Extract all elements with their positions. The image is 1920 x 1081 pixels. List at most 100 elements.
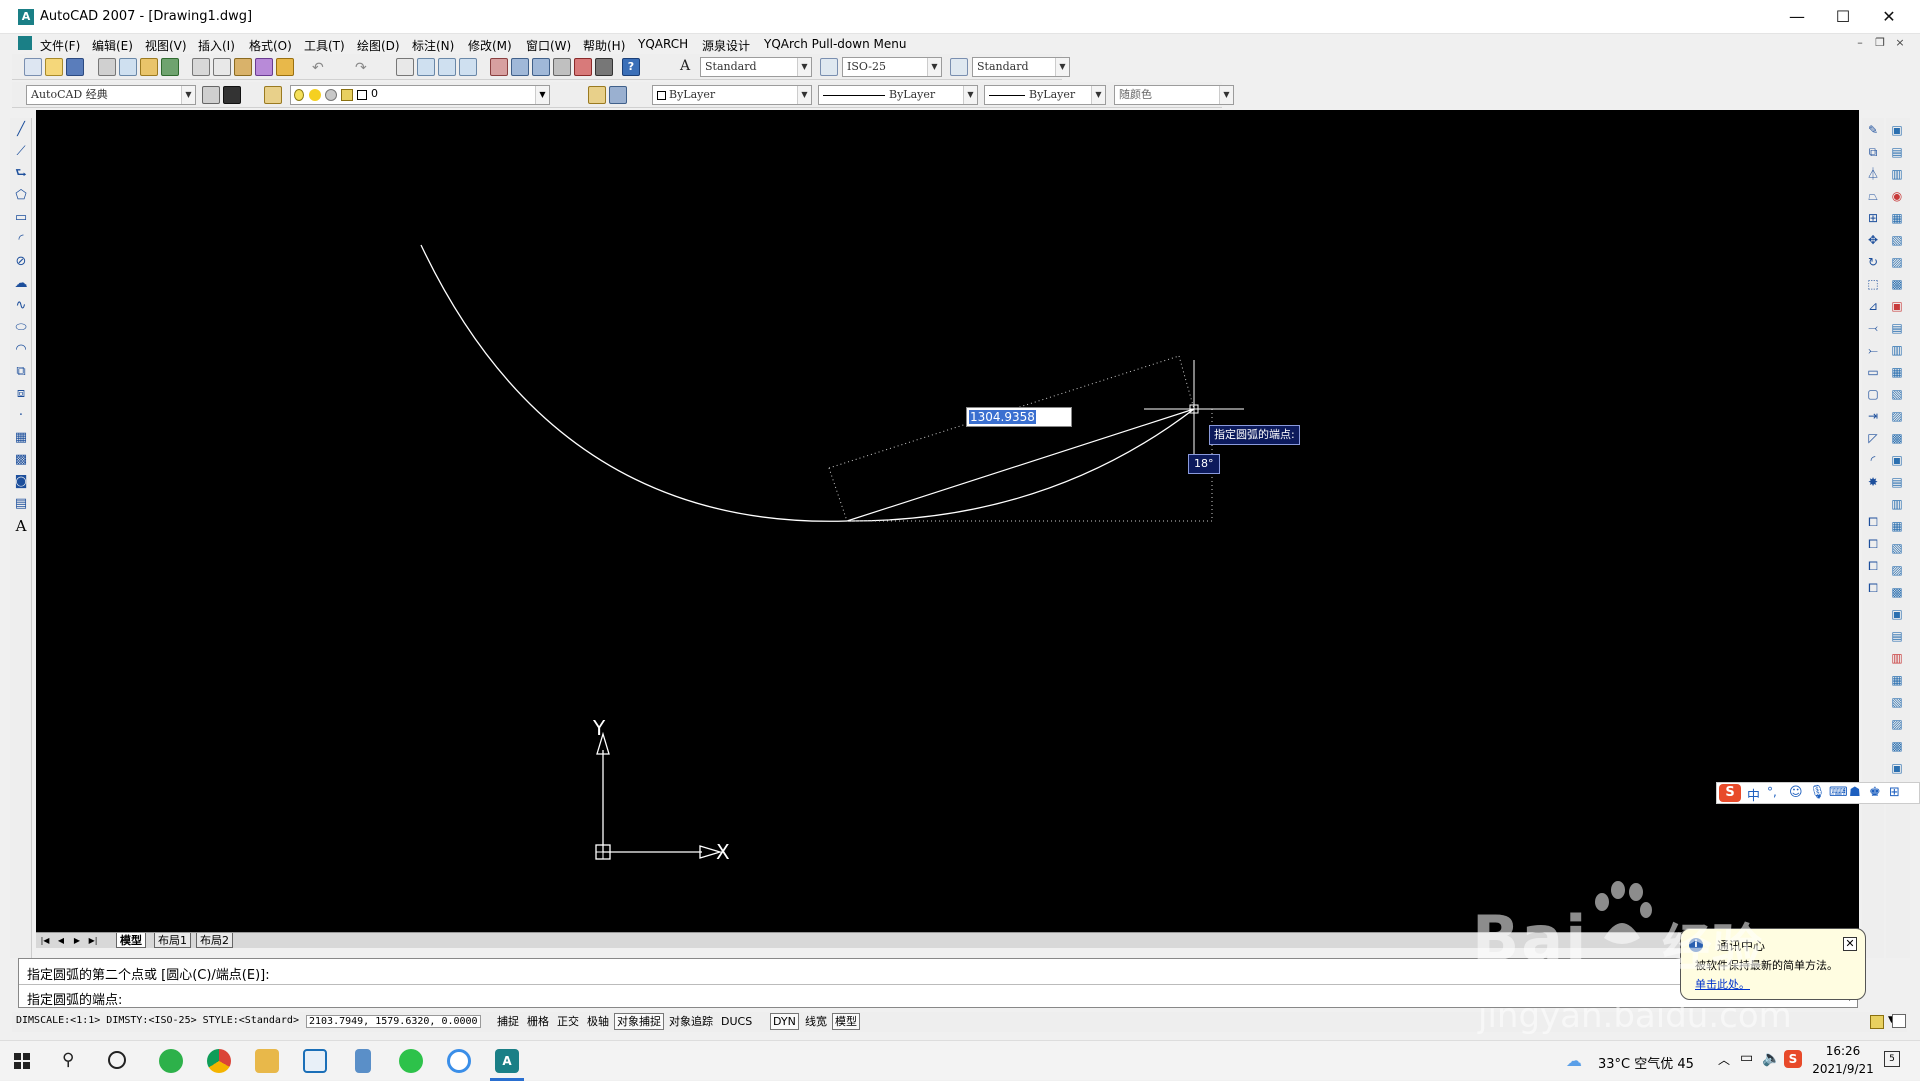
zoom-previous-icon[interactable] (459, 58, 477, 76)
command-prompt-line[interactable]: 指定圆弧的端点: (27, 989, 122, 1008)
arc-tool-icon[interactable]: ◜ (13, 232, 29, 248)
baidu-netdisk-icon[interactable] (447, 1049, 471, 1073)
workspace-settings-icon[interactable] (202, 86, 220, 104)
yq-tool-11-icon[interactable]: ▥ (1889, 342, 1905, 358)
status-toggle-2[interactable]: 正交 (554, 1013, 582, 1030)
table-style-select[interactable]: Standard ▼ (972, 57, 1070, 77)
clock-date[interactable]: 2021/9/21 (1810, 1062, 1876, 1076)
maximize-button[interactable]: ☐ (1820, 0, 1866, 34)
cut-icon[interactable] (192, 58, 210, 76)
yq-tool-18-icon[interactable]: ▥ (1889, 496, 1905, 512)
chrome-icon[interactable] (207, 1049, 231, 1073)
drawn-arc[interactable] (420, 244, 848, 522)
search-icon[interactable]: ⚲ (62, 1050, 74, 1070)
ime-punctuation-icon[interactable]: °, (1767, 785, 1777, 799)
status-toggle-9[interactable]: 模型 (832, 1013, 860, 1030)
layer-previous-icon[interactable] (609, 86, 627, 104)
menu-tools[interactable]: 工具(T) (304, 37, 345, 54)
zoom-window-icon[interactable] (438, 58, 456, 76)
workspace-select[interactable]: AutoCAD 经典 ▼ (26, 85, 196, 105)
mdi-restore-icon[interactable]: ❐ (1872, 36, 1888, 49)
yq-tool-5-icon[interactable]: ▦ (1889, 210, 1905, 226)
yq-tool-20-icon[interactable]: ▧ (1889, 540, 1905, 556)
open-icon[interactable] (45, 58, 63, 76)
yq-tool-2-icon[interactable]: ▤ (1889, 144, 1905, 160)
document-icon[interactable] (18, 36, 32, 50)
status-toggle-0[interactable]: 捕捉 (494, 1013, 522, 1030)
mdi-close-icon[interactable]: × (1892, 36, 1908, 49)
ellipse-tool-icon[interactable]: ⬭ (13, 320, 29, 336)
stretch-tool-icon[interactable]: ⊿ (1865, 298, 1881, 314)
drawing-canvas[interactable]: Y X 1304.9358 指定圆弧的端点: 18° (36, 110, 1859, 932)
trash-app-icon[interactable] (355, 1049, 371, 1073)
yq-tool-16-icon[interactable]: ▣ (1889, 452, 1905, 468)
status-toggle-7[interactable]: DYN (770, 1013, 799, 1030)
autocad-taskbar-icon[interactable]: A (495, 1049, 519, 1073)
copy-icon[interactable] (213, 58, 231, 76)
menu-format[interactable]: 格式(O) (249, 37, 292, 54)
line-tool-icon[interactable]: ╱ (13, 122, 29, 138)
wechat-icon[interactable] (399, 1049, 423, 1073)
plot-preview-icon[interactable] (119, 58, 137, 76)
design-center-icon[interactable] (511, 58, 529, 76)
fillet-tool-icon[interactable]: ◜ (1865, 452, 1881, 468)
yq-tool-30-icon[interactable]: ▣ (1889, 760, 1905, 776)
yq-tool-22-icon[interactable]: ▩ (1889, 584, 1905, 600)
volume-icon[interactable]: 🔈 (1762, 1049, 1781, 1067)
lock-toolbars-icon[interactable] (1870, 1015, 1884, 1029)
ime-voice-icon[interactable]: 🎙 (1809, 785, 1826, 800)
menu-help[interactable]: 帮助(H) (583, 37, 625, 54)
sogou-tray-icon[interactable]: S (1784, 1050, 1802, 1068)
offset-tool-icon[interactable]: ⏢ (1865, 188, 1881, 204)
yq-tool-24-icon[interactable]: ▤ (1889, 628, 1905, 644)
windows-start-icon[interactable] (14, 1053, 30, 1069)
zoom-realtime-icon[interactable] (417, 58, 435, 76)
menu-file[interactable]: 文件(F) (40, 37, 80, 54)
ime-user-icon[interactable]: ♚ (1869, 785, 1881, 800)
minimize-button[interactable]: — (1774, 0, 1820, 34)
region-tool-icon[interactable]: ◙ (13, 474, 29, 490)
status-toggle-3[interactable]: 极轴 (584, 1013, 612, 1030)
polygon-tool-icon[interactable]: ⬠ (13, 188, 29, 204)
multiline-text-icon[interactable]: A (13, 518, 29, 534)
rotate-tool-icon[interactable]: ↻ (1865, 254, 1881, 270)
status-coordinates[interactable]: 2103.7949, 1579.6320, 0.0000 (306, 1015, 481, 1028)
notifications-icon[interactable]: 5 (1884, 1051, 1900, 1067)
file-explorer-icon[interactable] (255, 1049, 279, 1073)
tab-model[interactable]: 模型 (116, 933, 146, 948)
yq-tool-21-icon[interactable]: ▨ (1889, 562, 1905, 578)
menu-draw[interactable]: 绘图(D) (357, 37, 400, 54)
mirror-tool-icon[interactable]: ⏃ (1865, 166, 1881, 182)
ellipse-arc-icon[interactable]: ◠ (13, 342, 29, 358)
color-select[interactable]: ByLayer ▼ (652, 85, 812, 105)
sogou-logo-icon[interactable]: S (1719, 784, 1741, 802)
tab-layout1[interactable]: 布局1 (154, 933, 191, 948)
calculator-icon[interactable] (595, 58, 613, 76)
make-object-layer-current-icon[interactable] (588, 86, 606, 104)
redo-icon[interactable]: ↷ (355, 60, 367, 76)
menu-edit[interactable]: 编辑(E) (92, 37, 133, 54)
status-toggle-8[interactable]: 线宽 (802, 1013, 830, 1030)
yq-tool-26-icon[interactable]: ▦ (1889, 672, 1905, 688)
print-icon[interactable] (98, 58, 116, 76)
yq-tool-28-icon[interactable]: ▨ (1889, 716, 1905, 732)
rectangle-tool-icon[interactable]: ▭ (13, 210, 29, 226)
lineweight-select[interactable]: ByLayer ▼ (984, 85, 1106, 105)
yq-tool-9-icon[interactable]: ▣ (1889, 298, 1905, 314)
make-block-icon[interactable]: ⧈ (13, 386, 29, 402)
join-tool-icon[interactable]: ⇥ (1865, 408, 1881, 424)
ime-mode-label[interactable]: 中 (1747, 785, 1760, 804)
sheet-set-icon[interactable] (553, 58, 571, 76)
yq-tool-6-icon[interactable]: ▧ (1889, 232, 1905, 248)
spline-tool-icon[interactable]: ∿ (13, 298, 29, 314)
yq-tool-19-icon[interactable]: ▦ (1889, 518, 1905, 534)
ime-skin-icon[interactable]: ☗ (1849, 785, 1861, 800)
draworder-front-icon[interactable]: ⧠ (1865, 536, 1881, 552)
menu-yuanquan[interactable]: 源泉设计 (702, 37, 750, 54)
save-workspace-icon[interactable] (223, 86, 241, 104)
task-view-icon[interactable] (108, 1051, 126, 1069)
status-toggle-5[interactable]: 对象追踪 (666, 1013, 716, 1030)
yq-tool-12-icon[interactable]: ▦ (1889, 364, 1905, 380)
explode-tool-icon[interactable]: ✸ (1865, 474, 1881, 490)
menu-view[interactable]: 视图(V) (145, 37, 187, 54)
